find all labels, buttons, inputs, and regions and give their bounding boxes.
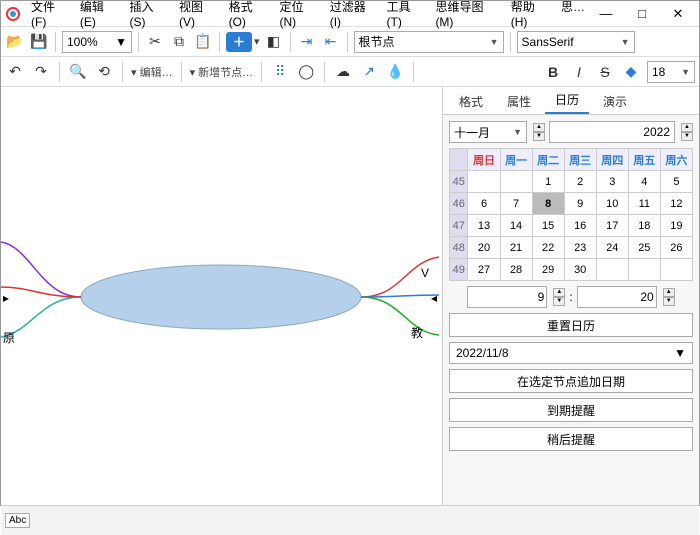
italic-icon[interactable]: I bbox=[569, 62, 589, 82]
year-input[interactable]: 2022 bbox=[549, 121, 675, 143]
list-indent-icon[interactable]: ⇥ bbox=[297, 32, 317, 52]
menu-help[interactable]: 帮助(H) bbox=[507, 0, 555, 31]
menu-navigate[interactable]: 定位(N) bbox=[275, 0, 323, 31]
drop-icon[interactable]: 💧 bbox=[385, 62, 405, 82]
status-bar: Abc bbox=[1, 505, 699, 535]
hour-input[interactable]: 9 bbox=[467, 286, 547, 308]
toolbar-2: ↶ ↷ 🔍 ⟲ ▾ 编辑… ▾ 新增节点… ⠿ ◯ ☁ ↗ 💧 B I S ◆ … bbox=[1, 57, 699, 87]
minute-input[interactable]: 20 bbox=[577, 286, 657, 308]
tab-presentation[interactable]: 演示 bbox=[593, 89, 637, 114]
menu-file[interactable]: 文件(F) bbox=[27, 0, 74, 31]
new-node-dropdown[interactable]: ▾ 新增节点… bbox=[190, 64, 254, 80]
status-abc-indicator: Abc bbox=[5, 513, 30, 528]
paste-icon[interactable]: 📋 bbox=[193, 32, 213, 52]
append-date-button[interactable]: 在选定节点追加日期 bbox=[449, 369, 693, 393]
menu-edit[interactable]: 编辑(E) bbox=[76, 0, 124, 31]
window-maximize-button[interactable]: □ bbox=[625, 3, 659, 25]
menu-filter[interactable]: 过滤器(I) bbox=[326, 0, 381, 31]
link-icon[interactable]: ↗ bbox=[359, 62, 379, 82]
bold-icon[interactable]: B bbox=[543, 62, 563, 82]
svg-text:▸: ▸ bbox=[3, 291, 9, 305]
menu-bar: 文件(F) 编辑(E) 插入(S) 视图(V) 格式(O) 定位(N) 过滤器(… bbox=[27, 0, 589, 31]
calendar-selected-day: 8 bbox=[532, 193, 564, 215]
toolbar-1: 📂 💾 100%▼ ✂ ⧉ 📋 ＋▾ ◧ ⇥ ⇤ 根节点▼ SansSerif▼ bbox=[1, 27, 699, 57]
save-icon[interactable]: 💾 bbox=[29, 32, 49, 52]
find-icon[interactable]: 🔍 bbox=[68, 62, 88, 82]
bullet-icon[interactable]: ⠿ bbox=[270, 62, 290, 82]
menu-overflow[interactable]: 思… bbox=[557, 0, 589, 31]
menu-tools[interactable]: 工具(T) bbox=[383, 0, 430, 31]
menu-view[interactable]: 视图(V) bbox=[175, 0, 223, 31]
menu-insert[interactable]: 插入(S) bbox=[125, 0, 173, 31]
tab-format[interactable]: 格式 bbox=[449, 89, 493, 114]
node-icon[interactable]: ◯ bbox=[296, 62, 316, 82]
font-size-combo[interactable]: 18▼ bbox=[647, 61, 695, 83]
window-close-button[interactable]: ✕ bbox=[661, 3, 695, 25]
side-panel: 格式 属性 日历 演示 十一月▼ ▲▼ 2022 ▲▼ 周日 周一周二 周三周四… bbox=[442, 87, 699, 505]
titlebar: 文件(F) 编辑(E) 插入(S) 视图(V) 格式(O) 定位(N) 过滤器(… bbox=[1, 1, 699, 27]
list-outdent-icon[interactable]: ⇤ bbox=[321, 32, 341, 52]
year-spinner[interactable]: ▲▼ bbox=[681, 123, 693, 141]
hour-spinner[interactable]: ▲▼ bbox=[553, 288, 565, 306]
minute-spinner[interactable]: ▲▼ bbox=[663, 288, 675, 306]
zoom-combo[interactable]: 100%▼ bbox=[62, 31, 132, 53]
node-left-label: 原 bbox=[3, 331, 15, 345]
side-tabs: 格式 属性 日历 演示 bbox=[443, 87, 699, 115]
tab-calendar[interactable]: 日历 bbox=[545, 87, 589, 114]
window-minimize-button[interactable]: — bbox=[589, 3, 623, 25]
undo-icon[interactable]: ↶ bbox=[5, 62, 25, 82]
menu-format[interactable]: 格式(O) bbox=[225, 0, 274, 31]
menu-mindmap[interactable]: 思维导图(M) bbox=[431, 0, 504, 31]
date-combo[interactable]: 2022/11/8▼ bbox=[449, 342, 693, 364]
node-style-icon[interactable]: ◧ bbox=[264, 32, 284, 52]
cut-icon[interactable]: ✂ bbox=[145, 32, 165, 52]
mindmap-canvas[interactable]: 原 V 教 ▸ ◂ bbox=[1, 87, 442, 505]
root-node-combo[interactable]: 根节点▼ bbox=[354, 31, 504, 53]
add-node-button[interactable]: ＋▾ bbox=[226, 32, 260, 52]
edit-dropdown[interactable]: ▾ 编辑… bbox=[131, 64, 173, 80]
month-combo[interactable]: 十一月▼ bbox=[449, 121, 527, 143]
open-icon[interactable]: 📂 bbox=[5, 32, 25, 52]
color-icon[interactable]: ◆ bbox=[621, 62, 641, 82]
redo-icon[interactable]: ↷ bbox=[31, 62, 51, 82]
svg-text:◂: ◂ bbox=[431, 291, 437, 305]
tab-properties[interactable]: 属性 bbox=[497, 89, 541, 114]
font-family-combo[interactable]: SansSerif▼ bbox=[517, 31, 635, 53]
strike-icon[interactable]: S bbox=[595, 62, 615, 82]
month-spinner[interactable]: ▲▼ bbox=[533, 123, 545, 141]
node-right-top-label: V bbox=[421, 266, 429, 280]
cloud-icon[interactable]: ☁ bbox=[333, 62, 353, 82]
due-reminder-button[interactable]: 到期提醒 bbox=[449, 398, 693, 422]
app-logo-icon bbox=[5, 6, 21, 22]
copy-icon[interactable]: ⧉ bbox=[169, 32, 189, 52]
calendar-grid[interactable]: 周日 周一周二 周三周四 周五周六 4512345 466789101112 4… bbox=[449, 148, 693, 281]
refresh-icon[interactable]: ⟲ bbox=[94, 62, 114, 82]
node-right-bot-label: 教 bbox=[411, 325, 423, 340]
reset-calendar-button[interactable]: 重置日历 bbox=[449, 313, 693, 337]
later-reminder-button[interactable]: 稍后提醒 bbox=[449, 427, 693, 451]
